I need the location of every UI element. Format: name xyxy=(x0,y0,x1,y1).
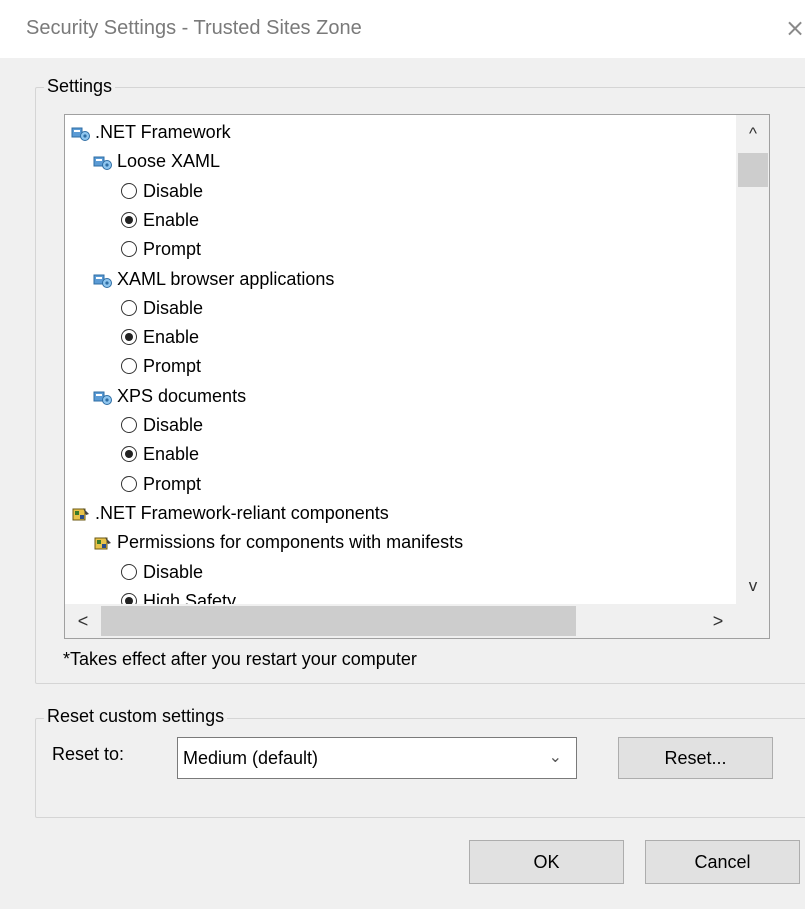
horizontal-scroll-thumb[interactable] xyxy=(101,606,576,636)
setting-category[interactable]: .NET Framework-reliant components xyxy=(71,499,389,527)
tree-item-label: Enable xyxy=(143,209,200,230)
cancel-button[interactable]: Cancel xyxy=(645,840,800,884)
settings-tree[interactable]: .NET Framework Loose XAML Disable Enable Pro… xyxy=(64,114,770,639)
radio-checked-icon[interactable] xyxy=(121,329,137,346)
tree-item-label: Disable xyxy=(143,180,204,201)
reset-to-label: Reset to: xyxy=(52,744,125,764)
horizontal-scrollbar[interactable]: < > xyxy=(65,604,736,638)
radio-unchecked-icon[interactable] xyxy=(121,417,137,433)
setting-subcategory[interactable]: Permissions for components with manifest… xyxy=(93,528,463,556)
setting-option[interactable]: High Safety xyxy=(121,587,236,604)
radio-unchecked-icon[interactable] xyxy=(121,241,137,258)
settings-group-label: Settings xyxy=(44,76,116,97)
tree-item-label: Disable xyxy=(143,415,204,435)
radio-unchecked-icon[interactable] xyxy=(121,563,137,580)
title-bar: Security Settings - Trusted Sites Zone × xyxy=(0,0,805,58)
tree-item-label: Prompt xyxy=(143,356,202,377)
tree-item-label: XPS documents xyxy=(117,385,247,406)
reset-level-dropdown[interactable]: Medium (default) ⌄ xyxy=(177,737,577,779)
settings-tree-content: .NET Framework Loose XAML Disable Enable Pro… xyxy=(65,115,736,604)
settings-group-icon xyxy=(93,152,113,171)
scroll-left-icon[interactable]: < xyxy=(65,604,101,638)
ok-button[interactable]: OK xyxy=(469,840,624,884)
vertical-scrollbar[interactable]: ^ v xyxy=(736,115,769,604)
tree-item-label: XAML browser applications xyxy=(117,268,335,289)
settings-group-icon xyxy=(93,270,113,288)
setting-option[interactable]: Disable xyxy=(121,411,203,439)
scrollbar-corner xyxy=(736,604,769,638)
tree-item-label: High Safety xyxy=(143,590,237,604)
setting-option[interactable]: Enable xyxy=(121,206,199,234)
reset-level-value: Medium (default) xyxy=(183,748,319,768)
radio-checked-icon[interactable] xyxy=(121,211,137,228)
tree-item-label: Permissions for components with manifest… xyxy=(117,532,464,553)
tree-item-label: .NET Framework-reliant components xyxy=(95,502,389,523)
setting-option[interactable]: Enable xyxy=(121,323,199,351)
setting-subcategory[interactable]: Loose XAML xyxy=(93,147,220,175)
radio-checked-icon[interactable] xyxy=(121,446,137,463)
setting-option[interactable]: Disable xyxy=(121,558,203,586)
setting-category[interactable]: .NET Framework xyxy=(71,118,231,146)
radio-unchecked-icon[interactable] xyxy=(121,299,137,316)
setting-option[interactable]: Disable xyxy=(121,177,203,205)
tree-item-label: Prompt xyxy=(143,239,202,260)
setting-subcategory[interactable]: XPS documents xyxy=(93,382,246,410)
tree-item-label: Disable xyxy=(143,561,204,582)
settings-group-icon xyxy=(71,123,91,141)
scroll-up-icon[interactable]: ^ xyxy=(736,119,769,149)
close-icon[interactable]: × xyxy=(785,14,805,42)
tree-item-label: Enable xyxy=(143,444,200,465)
radio-checked-icon[interactable] xyxy=(121,592,137,604)
radio-unchecked-icon[interactable] xyxy=(121,475,137,492)
reset-group-label: Reset custom settings xyxy=(44,706,228,727)
vertical-scroll-thumb[interactable] xyxy=(738,153,768,187)
tree-item-label: Enable xyxy=(143,327,200,348)
settings-group-icon xyxy=(93,387,113,405)
tree-item-label: Prompt xyxy=(143,473,202,494)
components-icon xyxy=(71,504,91,522)
scroll-down-icon[interactable]: v xyxy=(736,571,769,601)
setting-option[interactable]: Prompt xyxy=(121,470,201,498)
setting-option[interactable]: Disable xyxy=(121,294,203,322)
components-icon xyxy=(93,533,113,551)
setting-option[interactable]: Prompt xyxy=(121,352,201,380)
window-title: Security Settings - Trusted Sites Zone xyxy=(26,17,362,39)
radio-unchecked-icon[interactable] xyxy=(121,358,137,375)
reset-button[interactable]: Reset... xyxy=(618,737,773,779)
chevron-down-icon: ⌄ xyxy=(548,747,562,766)
setting-option[interactable]: Prompt xyxy=(121,235,201,263)
radio-unchecked-icon[interactable] xyxy=(121,182,137,199)
setting-option[interactable]: Enable xyxy=(121,440,199,468)
tree-item-label: .NET Framework xyxy=(95,122,231,142)
restart-note: *Takes effect after you restart your com… xyxy=(63,649,417,669)
scroll-right-icon[interactable]: > xyxy=(700,604,736,638)
tree-item-label: Loose XAML xyxy=(117,151,221,172)
setting-subcategory[interactable]: XAML browser applications xyxy=(93,265,334,293)
tree-item-label: Disable xyxy=(143,297,204,318)
